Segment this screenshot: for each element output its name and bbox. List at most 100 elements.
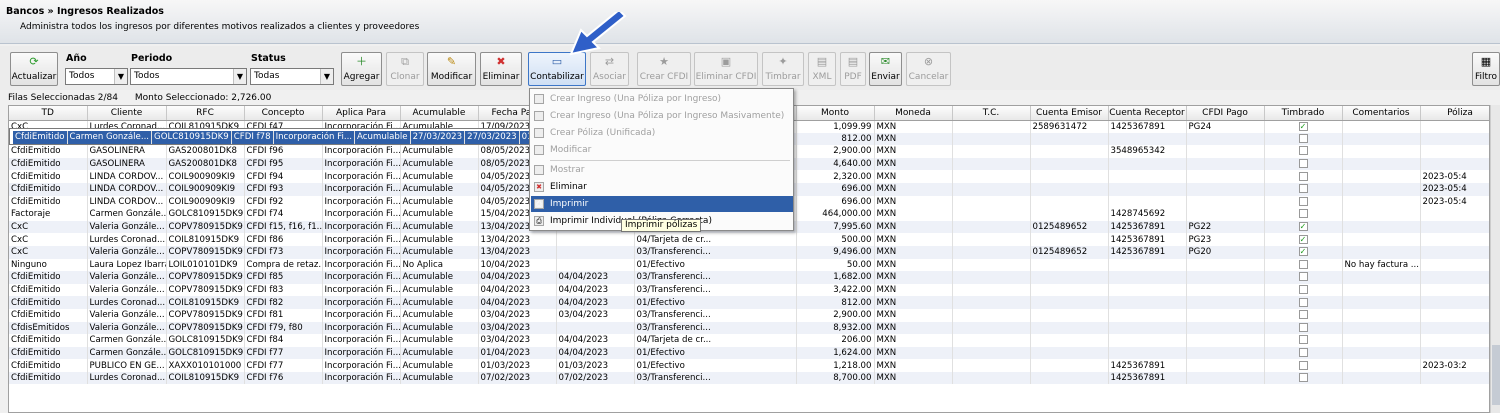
column-header[interactable]: TD: [9, 106, 88, 121]
modificar-button[interactable]: ✎ Modificar: [427, 52, 476, 86]
checkbox-icon[interactable]: [1298, 171, 1308, 181]
checkmark-icon[interactable]: ✓: [1298, 121, 1308, 131]
column-header[interactable]: Comentarios: [1342, 106, 1421, 121]
menu-item-crear-poliza[interactable]: Crear Póliza (Unificada): [531, 125, 793, 141]
cancelar-button[interactable]: ⊗ Cancelar: [906, 52, 951, 86]
vertical-scrollbar[interactable]: [1490, 105, 1500, 413]
actualizar-button[interactable]: ⟳ Actualizar: [10, 52, 58, 86]
column-header[interactable]: Póliza: [1420, 106, 1489, 121]
column-header[interactable]: Moneda: [874, 106, 953, 121]
column-header[interactable]: RFC: [166, 106, 245, 121]
checkmark-icon[interactable]: ✓: [1298, 247, 1308, 257]
checkbox-icon[interactable]: [1298, 272, 1308, 282]
xml-button[interactable]: ▤ XML: [808, 52, 836, 86]
checkbox-icon[interactable]: [1298, 146, 1308, 156]
cell-acum: Acumulable: [400, 334, 479, 347]
checkbox-icon[interactable]: [1298, 360, 1308, 370]
column-header[interactable]: T.C.: [952, 106, 1031, 121]
table-row[interactable]: CxC Lurdes Coronad... COIL810915DK9 CFDI f8…: [9, 233, 1489, 246]
table-row[interactable]: CfdiEmitido Valeria Gonzále... COPV780915D…: [9, 271, 1489, 284]
checkbox-icon[interactable]: [1298, 310, 1308, 320]
menu-item-mostrar[interactable]: Mostrar: [531, 162, 793, 178]
cell-td: CfdiEmitido: [9, 283, 88, 297]
cell-rfc: COPV780915DK9: [166, 271, 245, 284]
column-header[interactable]: Cliente: [87, 106, 167, 121]
column-header[interactable]: Monto: [796, 106, 875, 121]
table-row[interactable]: CxC Valeria Gonzále... COPV780915DK9 CFDI f…: [9, 245, 1489, 259]
checkbox-icon[interactable]: [1298, 133, 1308, 143]
cell-concepto: CFDI f96: [244, 145, 323, 158]
checkbox-icon[interactable]: [1298, 196, 1308, 206]
checkmark-icon[interactable]: ✓: [1298, 234, 1308, 244]
column-header[interactable]: Cuenta Receptor: [1108, 106, 1187, 121]
table-row[interactable]: CfdiEmitido Carmen Gonzále... GOLC810915DK…: [9, 346, 1489, 360]
periodo-select[interactable]: Todos ▼: [130, 68, 247, 85]
status-select[interactable]: Todas ▼: [250, 68, 334, 85]
checkbox-icon[interactable]: [1298, 209, 1308, 219]
timbrado-cell: [1264, 308, 1343, 322]
checkbox-icon[interactable]: [1298, 373, 1308, 383]
menu-item-modificar[interactable]: Modificar: [531, 142, 793, 158]
cell-td: CfdiEmitido: [9, 182, 88, 196]
cell-monto: 696.00: [796, 182, 875, 196]
checkbox-icon[interactable]: [1298, 297, 1308, 307]
cell-cfdipago: [1186, 346, 1265, 360]
cell-cfdipago: [1186, 145, 1265, 158]
cell-concepto: CFDI f95: [244, 157, 323, 171]
timbrado-cell: [1264, 132, 1343, 146]
column-header[interactable]: CFDI Pago: [1186, 106, 1265, 121]
column-header[interactable]: Cuenta Emisor: [1030, 106, 1109, 121]
timbrar-button[interactable]: ✦ Timbrar: [762, 52, 804, 86]
cell-concepto: CFDI f77: [244, 359, 323, 372]
cell-cfdipago: [1186, 182, 1265, 196]
menu-item-imprimir[interactable]: ⎙ Imprimir: [531, 196, 793, 212]
table-row[interactable]: CfdiEmitidoLurdes Coronad...COIL810915DK…: [9, 296, 1489, 309]
column-header[interactable]: Timbrado: [1264, 106, 1343, 121]
cell-rfc: GAS200801DK8: [166, 145, 245, 158]
checkbox-icon[interactable]: [1298, 285, 1308, 295]
cell-cfdipago: PG20: [1186, 245, 1265, 259]
cell-poliza: [1420, 233, 1489, 246]
pdf-button[interactable]: ▤ PDF: [840, 52, 866, 86]
agregar-button[interactable]: ＋ Agregar: [341, 52, 382, 86]
checkbox-icon[interactable]: [1298, 335, 1308, 345]
table-row[interactable]: CfdiEmitido Valeria Gonzále... COPV780915D…: [9, 283, 1489, 297]
eliminar-button[interactable]: ✖ Eliminar: [480, 52, 522, 86]
cell-cliente: Lurdes Coronad...: [87, 296, 167, 309]
column-header[interactable]: Aplica Para: [322, 106, 401, 121]
checkbox-icon[interactable]: [1298, 259, 1308, 269]
cell-tc: [952, 258, 1031, 272]
eliminar-cfdi-button[interactable]: ▣ Eliminar CFDI: [694, 52, 758, 86]
enviar-button[interactable]: ✉ Enviar: [869, 52, 902, 86]
crear-cfdi-button[interactable]: ★ Crear CFDI: [637, 52, 691, 86]
table-row[interactable]: Ninguno Laura Lopez Ibarra LOIL010101DK9 Co…: [9, 258, 1489, 272]
column-header[interactable]: Concepto: [244, 106, 323, 121]
checkmark-icon[interactable]: ✓: [1298, 222, 1308, 232]
cell-moneda: MXN: [874, 258, 953, 272]
table-row[interactable]: CfdiEmitidoLurdes Coronad...COIL810915DK…: [9, 371, 1489, 385]
table-row[interactable]: CfdiEmitido Valeria Gonzále... COPV780915D…: [9, 308, 1489, 322]
table-row[interactable]: CfdiEmitido Carmen Gonzále... GOLC810915DK…: [9, 334, 1489, 347]
checkbox-icon[interactable]: [1298, 184, 1308, 194]
menu-item-crear-ingreso[interactable]: Crear Ingreso (Una Póliza por Ingreso): [531, 91, 793, 107]
scrollbar-thumb[interactable]: [1492, 345, 1500, 405]
column-header[interactable]: Acumulable: [400, 106, 479, 121]
cell-cliente: Valeria Gonzále...: [87, 271, 167, 284]
cell-concepto: CFDI f85: [244, 271, 323, 284]
cell-aplica: Incorporación Fi...: [322, 182, 401, 196]
checkbox-icon[interactable]: [1298, 347, 1308, 357]
clonar-button[interactable]: ⧉ Clonar: [386, 52, 424, 86]
contabilizar-menu: Crear Ingreso (Una Póliza por Ingreso) C…: [529, 88, 794, 231]
table-row[interactable]: CfdiEmitido PUBLICO EN GE... XAXX010101000…: [9, 359, 1489, 372]
cell-cfdipago: [1186, 359, 1265, 372]
cell-monto: 50.00: [796, 258, 875, 272]
cell-cliente: Laura Lopez Ibarra: [87, 258, 167, 272]
menu-item-crear-ingreso-masivo[interactable]: Crear Ingreso (Una Póliza por Ingreso Ma…: [531, 108, 793, 124]
menu-item-eliminar[interactable]: ✖ Eliminar: [531, 179, 793, 195]
checkbox-icon[interactable]: [1298, 322, 1308, 332]
table-row[interactable]: CfdisEmitidos Valeria Gonzále... COPV78091…: [9, 321, 1489, 335]
filtro-button[interactable]: ▦ Filtro: [1472, 52, 1500, 86]
anio-label: Año: [66, 53, 87, 64]
anio-select[interactable]: Todos ▼: [65, 68, 128, 85]
checkbox-icon[interactable]: [1298, 159, 1308, 169]
